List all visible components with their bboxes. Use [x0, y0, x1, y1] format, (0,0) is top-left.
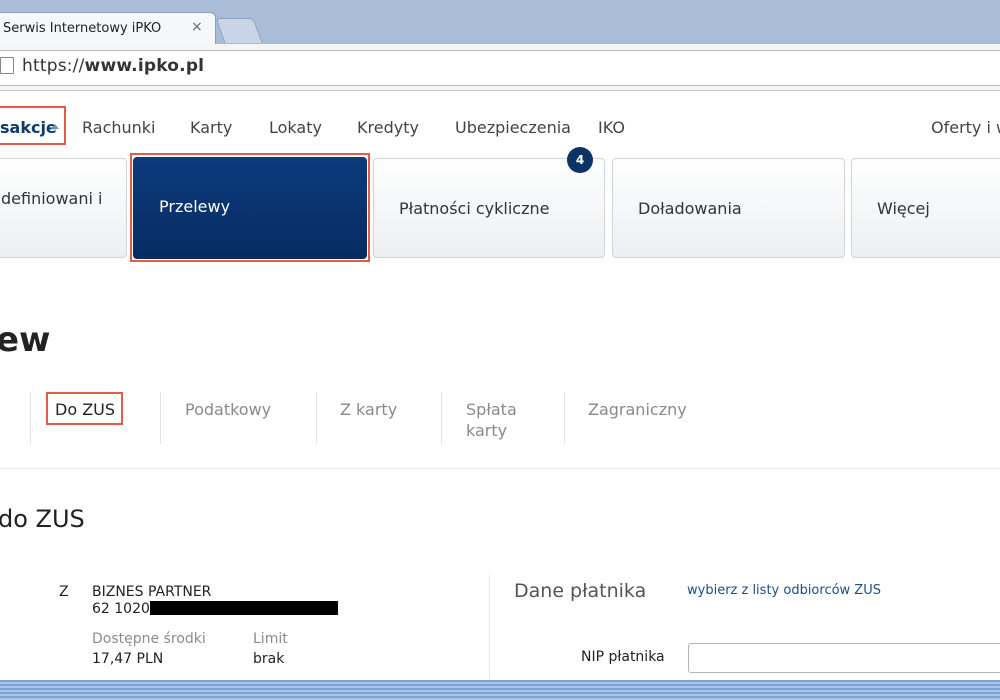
- caret-up-icon: [51, 124, 59, 129]
- notification-badge: 4: [567, 147, 593, 173]
- tile-przelewy[interactable]: Przelewy: [133, 157, 367, 259]
- nip-label: NIP płatnika: [581, 649, 665, 665]
- subtab-zagraniczny[interactable]: Zagraniczny: [588, 400, 687, 419]
- account-number: 62 1020: [92, 601, 150, 617]
- subtab-divider: [160, 392, 161, 444]
- subtab-do-zus[interactable]: Do ZUS: [55, 400, 115, 419]
- page-title: ew: [0, 320, 51, 360]
- tile-doladowania[interactable]: Doładowania: [612, 158, 845, 258]
- tile-wiecej[interactable]: Więcej: [851, 158, 1000, 258]
- nip-input[interactable]: [688, 643, 1000, 673]
- nav-item-karty[interactable]: Karty: [190, 118, 232, 137]
- account-name: BIZNES PARTNER: [92, 584, 212, 600]
- available-funds-label: Dostępne środki: [92, 631, 206, 647]
- subtab-divider: [316, 392, 317, 444]
- tile-label: Płatności cykliczne: [399, 199, 550, 218]
- tile-label: Przelewy: [159, 197, 231, 216]
- subtab-z-karty[interactable]: Z karty: [340, 400, 397, 419]
- tile-label: definiowani i: [1, 189, 103, 208]
- page-icon: [0, 57, 14, 74]
- section-divider: [0, 468, 1000, 469]
- nav-item-rachunki[interactable]: Rachunki: [82, 118, 156, 137]
- subtab-divider: [30, 392, 31, 444]
- tile-platnosci-cykliczne[interactable]: Płatności cykliczne: [373, 158, 605, 258]
- url-text[interactable]: https://www.ipko.pl: [22, 56, 204, 76]
- limit-label: Limit: [253, 631, 288, 647]
- redaction-bar: [150, 601, 338, 615]
- account-prefix: Z: [59, 584, 69, 600]
- subtab-divider: [564, 392, 565, 444]
- tile-label: Więcej: [877, 199, 930, 218]
- nav-item-lokaty[interactable]: Lokaty: [269, 118, 322, 137]
- browser-tab[interactable]: Serwis Internetowy iPKO ×: [0, 12, 216, 45]
- subtab-splata-karty[interactable]: Spłata karty: [466, 400, 517, 440]
- choose-zus-recipient-link[interactable]: wybierz z listy odbiorców ZUS: [687, 583, 881, 598]
- subtab-label-line1: Spłata: [466, 400, 517, 419]
- tile-label: Doładowania: [638, 199, 742, 218]
- subtab-divider: [441, 392, 442, 444]
- nav-item-transakcje[interactable]: sakcje: [0, 118, 57, 137]
- section-title: do ZUS: [0, 505, 85, 533]
- available-funds-value: 17,47 PLN: [92, 651, 164, 667]
- close-icon[interactable]: ×: [191, 19, 203, 35]
- nav-item-oferty[interactable]: Oferty i w: [931, 118, 1000, 137]
- tile-predefiniowani[interactable]: definiowani i: [0, 158, 127, 258]
- subtab-podatkowy[interactable]: Podatkowy: [185, 400, 271, 419]
- limit-value: brak: [253, 651, 285, 667]
- url-host: www.ipko.pl: [84, 56, 205, 76]
- tab-title: Serwis Internetowy iPKO: [3, 21, 162, 36]
- nav-item-kredyty[interactable]: Kredyty: [357, 118, 419, 137]
- payer-section-title: Dane płatnika: [514, 580, 647, 602]
- url-prefix: https://: [22, 56, 85, 76]
- window-bottom-bar: [0, 680, 1000, 700]
- nav-item-ubezpieczenia[interactable]: Ubezpieczenia: [455, 118, 571, 137]
- subtab-label-line2: karty: [466, 421, 508, 440]
- nav-item-iko[interactable]: IKO: [598, 118, 625, 137]
